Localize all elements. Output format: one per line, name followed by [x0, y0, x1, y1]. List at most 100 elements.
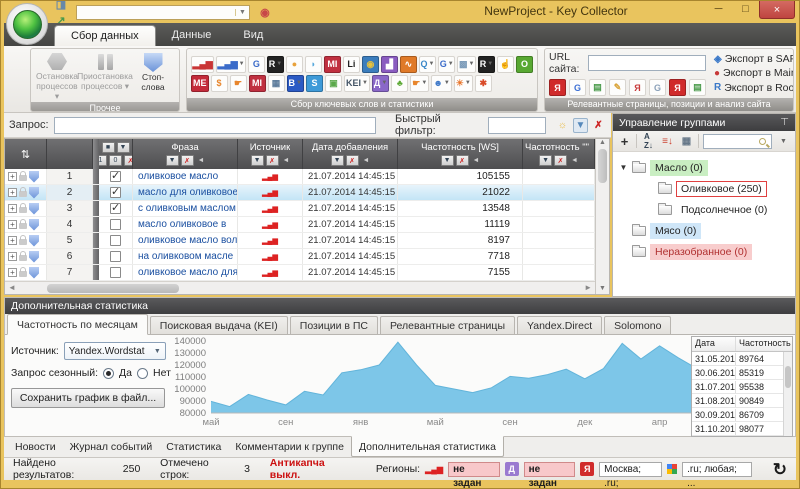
yandex-region-icon[interactable]: Я — [580, 462, 594, 476]
target-icon[interactable]: ◉ — [362, 56, 379, 73]
phrase-cell[interactable]: масло оливковое в — [133, 217, 238, 232]
scroll-left-icon[interactable]: ◄ — [8, 283, 16, 292]
expand-row-icon[interactable]: + — [8, 172, 17, 181]
direct-region-icon[interactable]: Д — [505, 462, 519, 476]
bottom-tab-журнал-событий[interactable]: Журнал событий — [63, 437, 160, 457]
phrase-cell[interactable]: с оливковым маслом — [133, 201, 238, 216]
button-shield[interactable]: Стоп-слова — [131, 50, 175, 101]
kei-icon[interactable]: KEI▼ — [344, 75, 370, 92]
column-pin-icon[interactable]: ◄ — [571, 157, 578, 164]
column-header-date-added[interactable]: Дата добавления▼✗◄ — [303, 139, 398, 169]
orange-chart-icon[interactable]: ∿ — [400, 56, 417, 73]
tree-item[interactable]: ▼Масло (0) — [613, 157, 795, 178]
spy-icon[interactable]: ☻▼ — [431, 75, 451, 92]
row-checkbox[interactable] — [110, 267, 121, 278]
hand2-icon[interactable]: ☛▼ — [410, 75, 429, 92]
column-header-frequency-ws[interactable]: Частотность [WS]▼✗◄ — [398, 139, 523, 169]
filter-edit-icon[interactable]: ▼ — [251, 155, 264, 166]
wordstat-region-icon[interactable]: ▂▄▆ — [425, 465, 443, 474]
yandex-kei-icon[interactable]: Я — [629, 79, 646, 96]
site-url-input[interactable] — [588, 55, 706, 71]
expand-row-icon[interactable]: + — [8, 252, 17, 261]
column-header-number[interactable] — [47, 139, 93, 169]
filter-icon[interactable]: ▼ — [573, 118, 588, 133]
clear-filter-icon[interactable]: ✗ — [591, 118, 606, 133]
phrase-cell[interactable]: на оливковом масле — [133, 249, 238, 264]
filter-edit-icon[interactable]: ▼ — [166, 155, 179, 166]
yandex-analysis-icon[interactable]: Я — [669, 79, 686, 96]
table-row[interactable]: +7оливковое масло для волос▂▄▆21.07.2014… — [5, 265, 595, 281]
column-header-frequency-quoted-ws[interactable]: Частотность "" [WS]▼✗◄ — [523, 139, 595, 169]
table-scroll-thumb[interactable] — [785, 366, 791, 388]
column-pin-icon[interactable]: ◄ — [198, 157, 205, 164]
expand-row-icon[interactable]: + — [8, 204, 17, 213]
google-adwords-icon[interactable]: G — [248, 56, 265, 73]
stats-tab-3[interactable]: Позиции в ПС — [290, 316, 378, 334]
row-checkbox[interactable] — [110, 171, 121, 182]
table-scrollbar[interactable] — [783, 352, 792, 436]
vscroll-thumb[interactable] — [598, 149, 607, 183]
column-pin-icon[interactable]: ◄ — [363, 157, 370, 164]
tree-item[interactable]: Подсолнечное (0) — [613, 199, 795, 220]
table-row[interactable]: +6на оливковом масле▂▄▆21.07.2014 14:45:… — [5, 249, 595, 265]
map-icon[interactable]: ▣ — [325, 75, 342, 92]
bottom-tab-статистика[interactable]: Статистика — [159, 437, 228, 457]
chevron-down-icon[interactable]: ▼ — [235, 9, 249, 16]
wordstat-freq-icon[interactable]: ▂▄▆▼ — [216, 56, 246, 73]
table-row[interactable]: 30.09.201286709 — [692, 408, 792, 422]
export-link-mainlink[interactable]: ●Экспорт в MainLink ▾ — [714, 67, 794, 79]
sun-icon[interactable]: ☀▼ — [454, 75, 473, 92]
add-group-button[interactable]: + — [617, 134, 632, 149]
row-checkbox[interactable] — [110, 203, 121, 214]
tab-данные[interactable]: Данные — [156, 23, 228, 46]
stats-tab-6[interactable]: Solomono — [604, 316, 671, 334]
tab-вид[interactable]: Вид — [227, 23, 279, 46]
expand-row-icon[interactable]: + — [8, 236, 17, 245]
column-header-row-icons[interactable]: ⇅ — [5, 139, 47, 169]
metrika-icon[interactable]: ME — [191, 75, 209, 92]
refresh-icon[interactable]: ↻ — [773, 461, 787, 478]
close-button[interactable]: × — [759, 1, 795, 19]
filter-clear-icon[interactable]: ✗ — [346, 155, 359, 166]
begun-icon[interactable]: B▼ — [287, 75, 304, 92]
tree-item[interactable]: Мясо (0) — [613, 220, 795, 241]
sort-az-icon[interactable]: AZ↓ — [641, 134, 656, 149]
stats-tab-1[interactable]: Частотность по месяцам — [7, 314, 148, 335]
captcha-icon[interactable]: ◉ — [257, 4, 273, 20]
leaf-icon[interactable]: ♣ — [391, 75, 408, 92]
table-row[interactable]: 30.06.201285319 — [692, 366, 792, 380]
google-positions-icon[interactable]: G — [569, 79, 586, 96]
table-row[interactable]: 31.10.201298077 — [692, 422, 792, 436]
hand-icon[interactable]: ☛ — [230, 75, 247, 92]
direct-icon[interactable]: Д▼ — [372, 75, 389, 92]
google-suggest-icon[interactable]: G▼ — [438, 56, 455, 73]
filter-edit-icon[interactable]: ▼ — [331, 155, 344, 166]
direct-region-badge[interactable]: не задан — [524, 462, 576, 477]
row-checkbox[interactable] — [110, 251, 121, 262]
likes-icon[interactable]: ☝ — [497, 56, 514, 73]
tab-сбор-данных[interactable]: Сбор данных — [54, 25, 156, 46]
qat-combobox-input[interactable] — [77, 6, 235, 19]
filter-clear-icon[interactable]: ✗ — [456, 155, 469, 166]
stats-tab-4[interactable]: Релевантные страницы — [380, 316, 515, 334]
tree-expand-icon[interactable]: ▼ — [619, 163, 628, 172]
export-link-rookee[interactable]: RЭкспорт в Rookee ▾ — [714, 82, 794, 94]
app-logo-icon[interactable] — [6, 3, 48, 45]
google-region-value[interactable]: .ru; любая; ... — [682, 462, 752, 477]
wordstat-region-badge[interactable]: не задан — [448, 462, 500, 477]
tree-item[interactable]: Неразобранное (0) — [613, 241, 795, 262]
export-pages-icon[interactable]: ▤ — [589, 79, 606, 96]
table-row[interactable]: +3с оливковым маслом▂▄▆21.07.2014 14:45:… — [5, 201, 595, 217]
minimize-button[interactable]: ─ — [705, 1, 732, 17]
column-header-source[interactable]: Источник▼✗◄ — [238, 139, 303, 169]
scroll-down-icon[interactable]: ▼ — [599, 285, 606, 292]
column-header-checkbox[interactable]: ■▼10✗ — [99, 139, 133, 169]
calculator-icon[interactable]: ▦ — [268, 75, 285, 92]
column-header-phrase[interactable]: Фраза▼✗◄ — [133, 139, 238, 169]
table-row[interactable]: +2масло для оливковое▂▄▆21.07.2014 14:45… — [5, 185, 595, 201]
export-link-sape[interactable]: ◈Экспорт в SAPE ▾ — [714, 53, 794, 65]
hint-bulb-icon[interactable]: ☼ — [555, 118, 570, 133]
export-analysis-icon[interactable]: ▤ — [689, 79, 706, 96]
bottom-tab-дополнительная-статистика[interactable]: Дополнительная статистика — [351, 436, 504, 457]
table-column-header[interactable]: Частотность — [736, 337, 792, 351]
